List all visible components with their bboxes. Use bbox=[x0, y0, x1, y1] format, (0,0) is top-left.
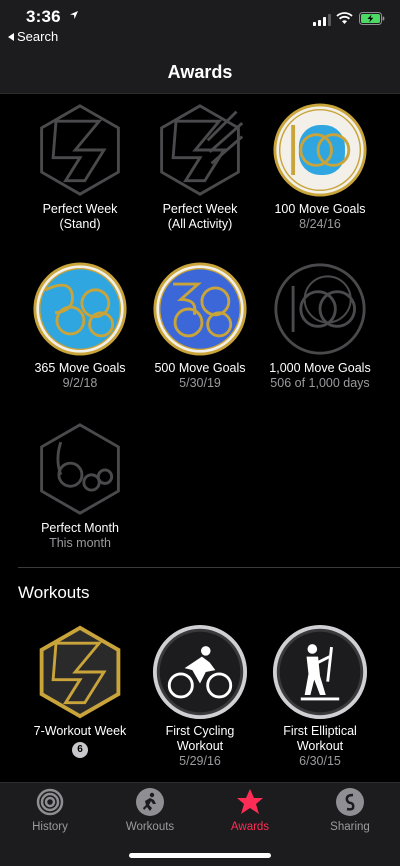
earned-count-badge: 6 bbox=[72, 742, 88, 758]
award-name: First Elliptical Workout bbox=[283, 724, 357, 753]
award-perfect-week-all-activity[interactable]: Perfect Week (All Activity) bbox=[140, 102, 260, 232]
location-arrow-icon bbox=[70, 11, 78, 19]
award-name: 500 Move Goals bbox=[154, 361, 246, 375]
7-workout-week-badge-icon bbox=[39, 625, 121, 719]
award-7-workout-week[interactable]: 7-Workout Week 6 bbox=[20, 624, 140, 758]
tab-label: Workouts bbox=[125, 821, 175, 833]
award-500-move-goals[interactable]: 500 Move Goals 5/30/19 bbox=[140, 261, 260, 391]
battery-charging-icon bbox=[359, 12, 385, 25]
tab-sharing[interactable]: Sharing bbox=[300, 787, 400, 833]
activity-rings-icon bbox=[36, 788, 64, 816]
back-to-search-link[interactable]: Search bbox=[8, 29, 58, 44]
award-name: 100 Move Goals bbox=[274, 202, 366, 216]
home-indicator[interactable] bbox=[129, 853, 271, 858]
wifi-icon bbox=[336, 12, 353, 24]
page-title: Awards bbox=[167, 62, 233, 82]
awards-grid[interactable]: Perfect Week (Stand) Perfect Week (All A… bbox=[0, 94, 400, 782]
back-label: Search bbox=[17, 29, 59, 44]
award-name: Perfect Week (Stand) bbox=[42, 202, 118, 231]
navigation-bar: Awards bbox=[0, 46, 400, 94]
award-name: 1,000 Move Goals bbox=[269, 361, 371, 375]
award-perfect-week-stand[interactable]: Perfect Week (Stand) bbox=[20, 102, 140, 232]
running-figure-icon bbox=[136, 788, 164, 816]
award-date: 8/24/16 bbox=[299, 217, 341, 231]
award-name: 365 Move Goals bbox=[34, 361, 126, 375]
perfect-month-badge-icon bbox=[40, 423, 120, 515]
tab-history[interactable]: History bbox=[0, 787, 100, 833]
back-arrow-icon bbox=[8, 32, 14, 41]
tab-workouts[interactable]: Workouts bbox=[100, 787, 200, 833]
awards-star-icon bbox=[237, 789, 263, 814]
award-date: 6/30/15 bbox=[299, 754, 341, 768]
tab-label: Awards bbox=[230, 821, 270, 833]
award-name: First Cycling Workout bbox=[165, 724, 235, 753]
100-move-goals-badge-icon bbox=[273, 103, 367, 197]
cycling-badge-icon bbox=[152, 624, 248, 720]
award-status: This month bbox=[49, 536, 111, 550]
award-progress: 506 of 1,000 days bbox=[270, 376, 370, 390]
award-date: 5/30/19 bbox=[179, 376, 221, 390]
award-name: Perfect Month bbox=[41, 521, 119, 535]
award-date: 5/29/16 bbox=[179, 754, 221, 768]
status-bar: 3:36 Search bbox=[0, 0, 400, 46]
sharing-icon bbox=[336, 788, 364, 816]
award-first-elliptical-workout[interactable]: First Elliptical Workout 6/30/15 bbox=[260, 624, 380, 769]
status-time: 3:36 bbox=[26, 7, 61, 26]
award-365-move-goals[interactable]: 365 Move Goals 9/2/18 bbox=[20, 261, 140, 391]
award-first-cycling-workout[interactable]: First Cycling Workout 5/29/16 bbox=[140, 624, 260, 769]
award-1000-move-goals[interactable]: 1,000 Move Goals 506 of 1,000 days bbox=[260, 261, 380, 391]
500-move-goals-badge-icon bbox=[153, 262, 247, 356]
award-perfect-month[interactable]: Perfect Month This month bbox=[20, 421, 140, 551]
award-date: 9/2/18 bbox=[62, 376, 98, 390]
section-title-workouts: Workouts bbox=[18, 583, 90, 602]
perfect-week-all-activity-badge-icon bbox=[160, 104, 244, 196]
cellular-signal-icon bbox=[313, 14, 331, 26]
award-100-move-goals[interactable]: 100 Move Goals 8/24/16 bbox=[260, 102, 380, 232]
award-name: Perfect Week (All Activity) bbox=[162, 202, 238, 231]
1000-move-goals-badge-icon bbox=[274, 263, 366, 355]
tab-label: Sharing bbox=[330, 821, 370, 833]
section-divider bbox=[18, 567, 400, 568]
tab-awards[interactable]: Awards bbox=[200, 787, 300, 833]
perfect-week-stand-badge-icon bbox=[40, 104, 120, 196]
tab-label: History bbox=[32, 821, 68, 833]
award-name: 7-Workout Week bbox=[33, 724, 127, 738]
elliptical-badge-icon bbox=[272, 624, 368, 720]
365-move-goals-badge-icon bbox=[33, 262, 127, 356]
